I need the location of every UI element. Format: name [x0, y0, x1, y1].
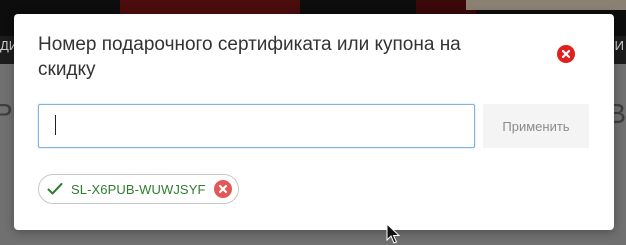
mouse-pointer-icon — [386, 223, 400, 244]
banner-graphic — [466, 0, 626, 10]
apply-button[interactable]: Применить — [483, 104, 589, 148]
nav-text: И — [614, 38, 624, 53]
modal-title: Номер подарочного сертификата или купона… — [38, 34, 461, 80]
remove-circle-icon[interactable] — [213, 180, 232, 198]
close-circle-icon[interactable] — [557, 45, 575, 63]
text-caret — [55, 115, 56, 135]
applied-coupon-chip: SL-X6PUB-WUWJSYF — [38, 174, 239, 204]
check-icon — [47, 182, 63, 196]
banner-graphic — [120, 0, 300, 14]
coupon-modal: Номер подарочного сертификата или купона… — [14, 14, 614, 230]
coupon-code-text: SL-X6PUB-WUWJSYF — [71, 181, 206, 197]
background-heading: Р — [0, 98, 13, 129]
coupon-code-input[interactable] — [38, 104, 475, 148]
